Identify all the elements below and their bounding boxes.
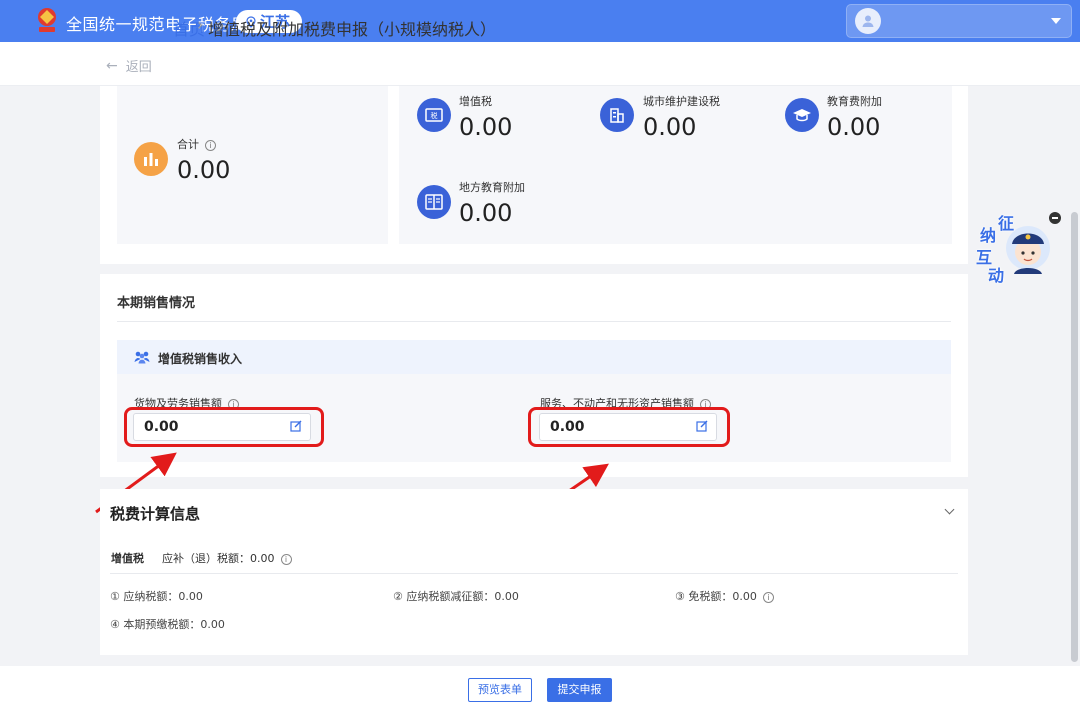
calc-panel bbox=[100, 489, 968, 655]
minimize-icon[interactable] bbox=[1049, 212, 1061, 224]
info-icon[interactable]: i bbox=[762, 592, 774, 603]
calc-prepaid-tax: ④ 本期预缴税额：0.00 bbox=[110, 618, 225, 631]
assistant-char: 动 bbox=[988, 266, 1005, 285]
divider bbox=[110, 573, 958, 574]
calc-vat-due: 应补（退）税额：0.00 i bbox=[162, 550, 292, 566]
calc-vat-label: 增值税 bbox=[111, 552, 144, 565]
scrollbar-thumb[interactable] bbox=[1071, 212, 1078, 662]
assistant-char: 纳 bbox=[980, 226, 997, 245]
submit-button[interactable]: 提交申报 bbox=[547, 678, 612, 702]
action-bar bbox=[0, 666, 1080, 713]
assistant-widget[interactable]: 征 纳 互 动 bbox=[974, 208, 1056, 285]
calc-tax-reduction: ② 应纳税额减征额：0.00 bbox=[393, 590, 519, 603]
calc-tax-exempt: ③ 免税额：0.00 i bbox=[675, 588, 774, 604]
preview-button[interactable]: 预览表单 bbox=[468, 678, 532, 702]
info-icon[interactable]: i bbox=[280, 554, 292, 565]
calc-tax-payable: ① 应纳税额：0.00 bbox=[110, 590, 203, 603]
calc-title: 税费计算信息 bbox=[110, 505, 201, 523]
assistant-char: 征 bbox=[998, 214, 1015, 233]
